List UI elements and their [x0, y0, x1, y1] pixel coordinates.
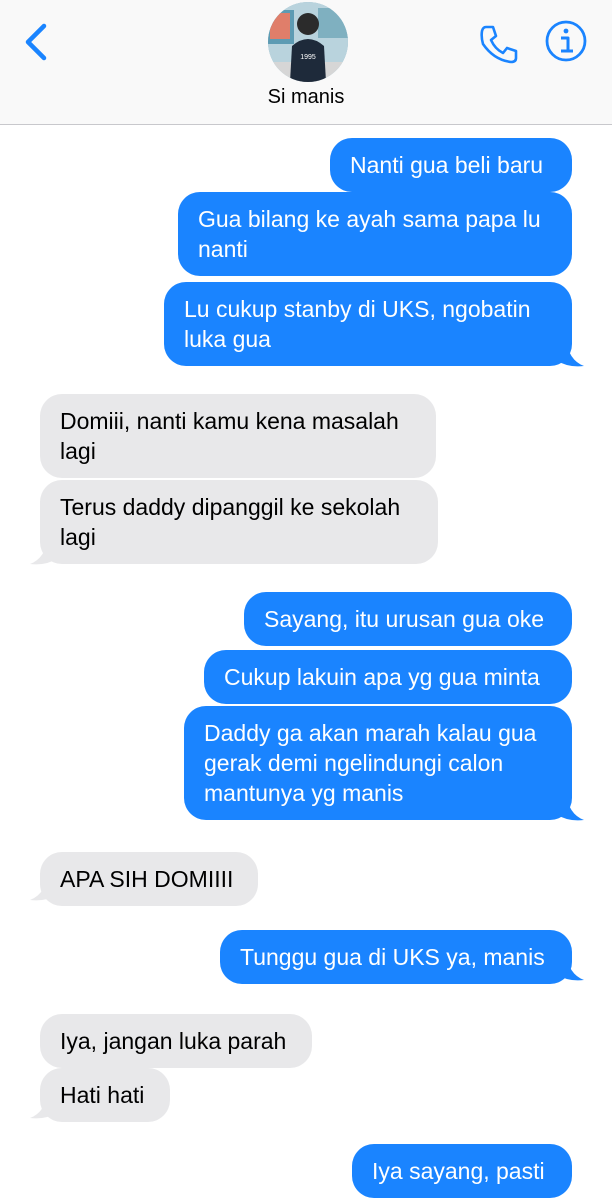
message-outgoing[interactable]: Nanti gua beli baru — [330, 138, 572, 192]
message-outgoing[interactable]: Gua bilang ke ayah sama papa lu nanti — [178, 192, 572, 276]
bubble-tail — [30, 536, 58, 565]
phone-icon — [480, 25, 518, 64]
call-button[interactable] — [476, 22, 522, 66]
message-outgoing[interactable]: Iya sayang, pasti — [352, 1144, 572, 1198]
avatar-shirt-text: 1995 — [300, 54, 316, 61]
info-button[interactable] — [543, 18, 589, 64]
info-icon — [545, 20, 587, 62]
avatar[interactable]: 1995 — [268, 2, 348, 82]
message-incoming[interactable]: Terus daddy dipanggil ke sekolah lagi — [40, 480, 438, 564]
bubble-tail — [556, 792, 584, 821]
message-outgoing[interactable]: Sayang, itu urusan gua oke — [244, 592, 572, 646]
chevron-left-icon — [25, 23, 47, 61]
bubble-tail — [556, 952, 584, 981]
message-outgoing[interactable]: Daddy ga akan marah kalau gua gerak demi… — [184, 706, 572, 820]
back-button[interactable] — [20, 22, 56, 62]
contact-name[interactable]: Si manis — [0, 86, 612, 109]
message-incoming[interactable]: Hati hati — [40, 1068, 170, 1122]
message-incoming[interactable]: Iya, jangan luka parah — [40, 1014, 312, 1068]
message-outgoing[interactable]: Tunggu gua di UKS ya, manis — [220, 930, 572, 984]
message-outgoing[interactable]: Lu cukup stanby di UKS, ngobatin luka gu… — [164, 282, 572, 366]
message-outgoing[interactable]: Cukup lakuin apa yg gua minta — [204, 650, 572, 704]
message-incoming[interactable]: Domiii, nanti kamu kena masalah lagi — [40, 394, 436, 478]
bubble-tail — [30, 872, 58, 901]
message-incoming[interactable]: APA SIH DOMIIII — [40, 852, 258, 906]
bubble-tail — [30, 1090, 58, 1119]
bubble-tail — [556, 338, 584, 367]
conversation-header: 1995 Si manis — [0, 0, 612, 125]
